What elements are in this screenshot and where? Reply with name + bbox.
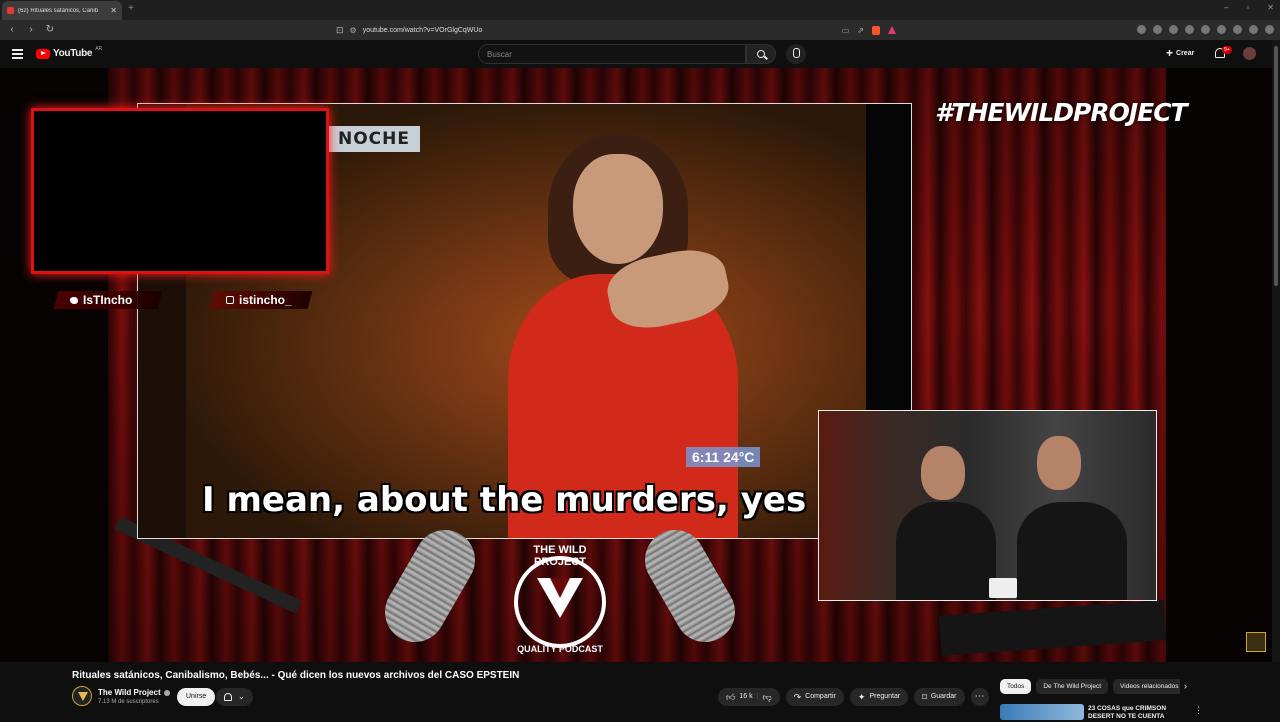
youtube-favicon-icon: [7, 7, 14, 14]
brave-rewards-icon[interactable]: [888, 25, 896, 34]
page-scrollbar[interactable]: [1272, 40, 1280, 662]
address-bar[interactable]: ⊡ ⚙ youtube.com/watch?v=VOrGlgCqWUo ▭ ⇗: [336, 23, 896, 37]
instagram-icon: [226, 296, 234, 304]
youtube-logo[interactable]: YouTube AR: [36, 46, 102, 59]
share-page-icon[interactable]: ⇗: [857, 26, 864, 35]
avatar[interactable]: [1243, 47, 1256, 60]
channel-avatar[interactable]: [72, 686, 92, 706]
extensions-area: [1137, 25, 1274, 34]
verified-icon: [163, 689, 170, 696]
site-info-icon[interactable]: ⚙: [350, 26, 357, 35]
subtitle-text: I mean, about the murders, yes: [202, 480, 807, 520]
save-button[interactable]: ⌑ Guardar: [914, 688, 965, 706]
minimize-icon[interactable]: –: [1224, 3, 1228, 12]
more-actions-icon[interactable]: ⋯: [970, 688, 989, 706]
video-thumbnail[interactable]: [1000, 704, 1084, 720]
chevron-down-icon: ⌄: [238, 692, 245, 701]
search-input[interactable]: Buscar: [478, 44, 746, 64]
like-button[interactable]: 👍︎ 16 k | 👎︎: [718, 688, 780, 706]
browser-toolbar: ‹ › ↻ ⊡ ⚙ youtube.com/watch?v=VOrGlgCqWU…: [0, 20, 1280, 40]
close-window-icon[interactable]: ✕: [1267, 3, 1274, 12]
channel-name[interactable]: The Wild Project: [98, 688, 170, 697]
host-right: [997, 426, 1137, 600]
thumbs-up-icon: 👍︎: [726, 692, 736, 702]
window-controls: – ▫ ✕: [1224, 3, 1274, 12]
more-options-icon[interactable]: ⋮: [1194, 705, 1203, 716]
recommended-title[interactable]: 23 COSAS que CRIMSON DESERT NO TE CUENTA: [1088, 705, 1188, 721]
clip-weather: 6:11 24°C: [686, 447, 761, 467]
url-text: youtube.com/watch?v=VOrGlgCqWUo: [362, 26, 483, 34]
cast-icon[interactable]: ▭: [842, 26, 850, 35]
video-player[interactable]: NOCHE 6:11 24°C I mean, about the murder…: [0, 68, 1272, 662]
browser-tab-bar: (62) Rituales satánicos, Canib ✕ + – ▫ ✕: [0, 0, 1280, 20]
browser-tab[interactable]: (62) Rituales satánicos, Canib ✕: [2, 1, 122, 20]
brave-shield-icon[interactable]: [872, 25, 880, 35]
twitter-handle-tag: IsTIncho: [53, 291, 163, 309]
video-title: Rituales satánicos, Canibalismo, Bebés..…: [72, 670, 520, 681]
extension-icon[interactable]: [1249, 25, 1258, 34]
clip-banner: NOCHE: [328, 126, 420, 152]
search-button[interactable]: [746, 44, 776, 64]
new-tab-button[interactable]: +: [128, 3, 134, 14]
video-actions: 👍︎ 16 k | 👎︎ ↷ Compartir ✦ Preguntar ⌑ G…: [718, 688, 989, 706]
forward-icon[interactable]: ›: [25, 24, 37, 36]
menu-icon[interactable]: [1265, 25, 1274, 34]
wild-project-logo: THE WILD PROJECT QUALITY PODCAST: [506, 544, 614, 656]
mug: [989, 578, 1017, 598]
extension-icon[interactable]: [1217, 25, 1226, 34]
webcam-frame: [31, 108, 329, 274]
notification-badge: 9+: [1222, 46, 1232, 54]
youtube-play-icon: [36, 48, 50, 59]
recommended-video[interactable]: 23 COSAS que CRIMSON DESERT NO TE CUENTA: [1000, 704, 1200, 722]
chip-all[interactable]: Todos: [1000, 679, 1032, 694]
extension-icon[interactable]: [1233, 25, 1242, 34]
recommendation-chips: Todos De The Wild Project Videos relacio…: [1000, 679, 1180, 695]
extension-icon[interactable]: [1185, 25, 1194, 34]
subscription-bell-button[interactable]: ⌄: [216, 688, 253, 706]
instagram-handle-tag: istincho_: [209, 291, 313, 309]
share-button[interactable]: ↷ Compartir: [785, 688, 844, 706]
back-icon[interactable]: ‹: [6, 24, 18, 36]
subscriber-count: 7.13 M de suscriptores: [98, 699, 159, 705]
studio-camera-inset: [818, 410, 1157, 601]
extension-icon[interactable]: [1153, 25, 1162, 34]
share-icon: ↷: [793, 692, 802, 702]
overlay-brand: #THEWILDPROJECT: [935, 98, 1188, 127]
sparkle-icon: ✦: [857, 692, 866, 702]
tab-title: (62) Rituales satánicos, Canib: [18, 7, 99, 14]
create-button[interactable]: + Crear: [1166, 46, 1194, 60]
woman-speaking: [488, 134, 778, 538]
bookmark-page-icon[interactable]: ⊡: [336, 25, 344, 36]
hamburger-menu-icon[interactable]: [12, 49, 23, 59]
extension-icon[interactable]: [1201, 25, 1210, 34]
ask-button[interactable]: ✦ Preguntar: [849, 688, 909, 706]
video-info: Rituales satánicos, Canibalismo, Bebés..…: [0, 662, 1280, 720]
host-left: [891, 436, 1001, 600]
join-button[interactable]: Unirse: [177, 688, 216, 706]
bell-icon: [224, 693, 232, 701]
channel-watermark-icon[interactable]: [1246, 632, 1266, 652]
thumbs-down-icon[interactable]: 👎︎: [762, 688, 771, 706]
close-tab-icon[interactable]: ✕: [110, 6, 117, 15]
extension-icon[interactable]: [1137, 25, 1146, 34]
chip-from-channel[interactable]: De The Wild Project: [1036, 679, 1109, 694]
twitter-icon: [70, 296, 78, 304]
maximize-icon[interactable]: ▫: [1246, 3, 1249, 12]
search-icon: [757, 50, 765, 58]
chip-related[interactable]: Videos relacionados: [1113, 679, 1180, 694]
bookmark-icon: ⌑: [922, 692, 927, 702]
extension-icon[interactable]: [1169, 25, 1178, 34]
chevron-right-icon[interactable]: ›: [1184, 681, 1187, 691]
plus-icon: +: [1166, 46, 1174, 60]
voice-search-icon[interactable]: [786, 44, 806, 64]
youtube-header: YouTube AR Buscar + Crear 9+: [0, 40, 1280, 68]
reload-icon[interactable]: ↻: [44, 24, 56, 36]
